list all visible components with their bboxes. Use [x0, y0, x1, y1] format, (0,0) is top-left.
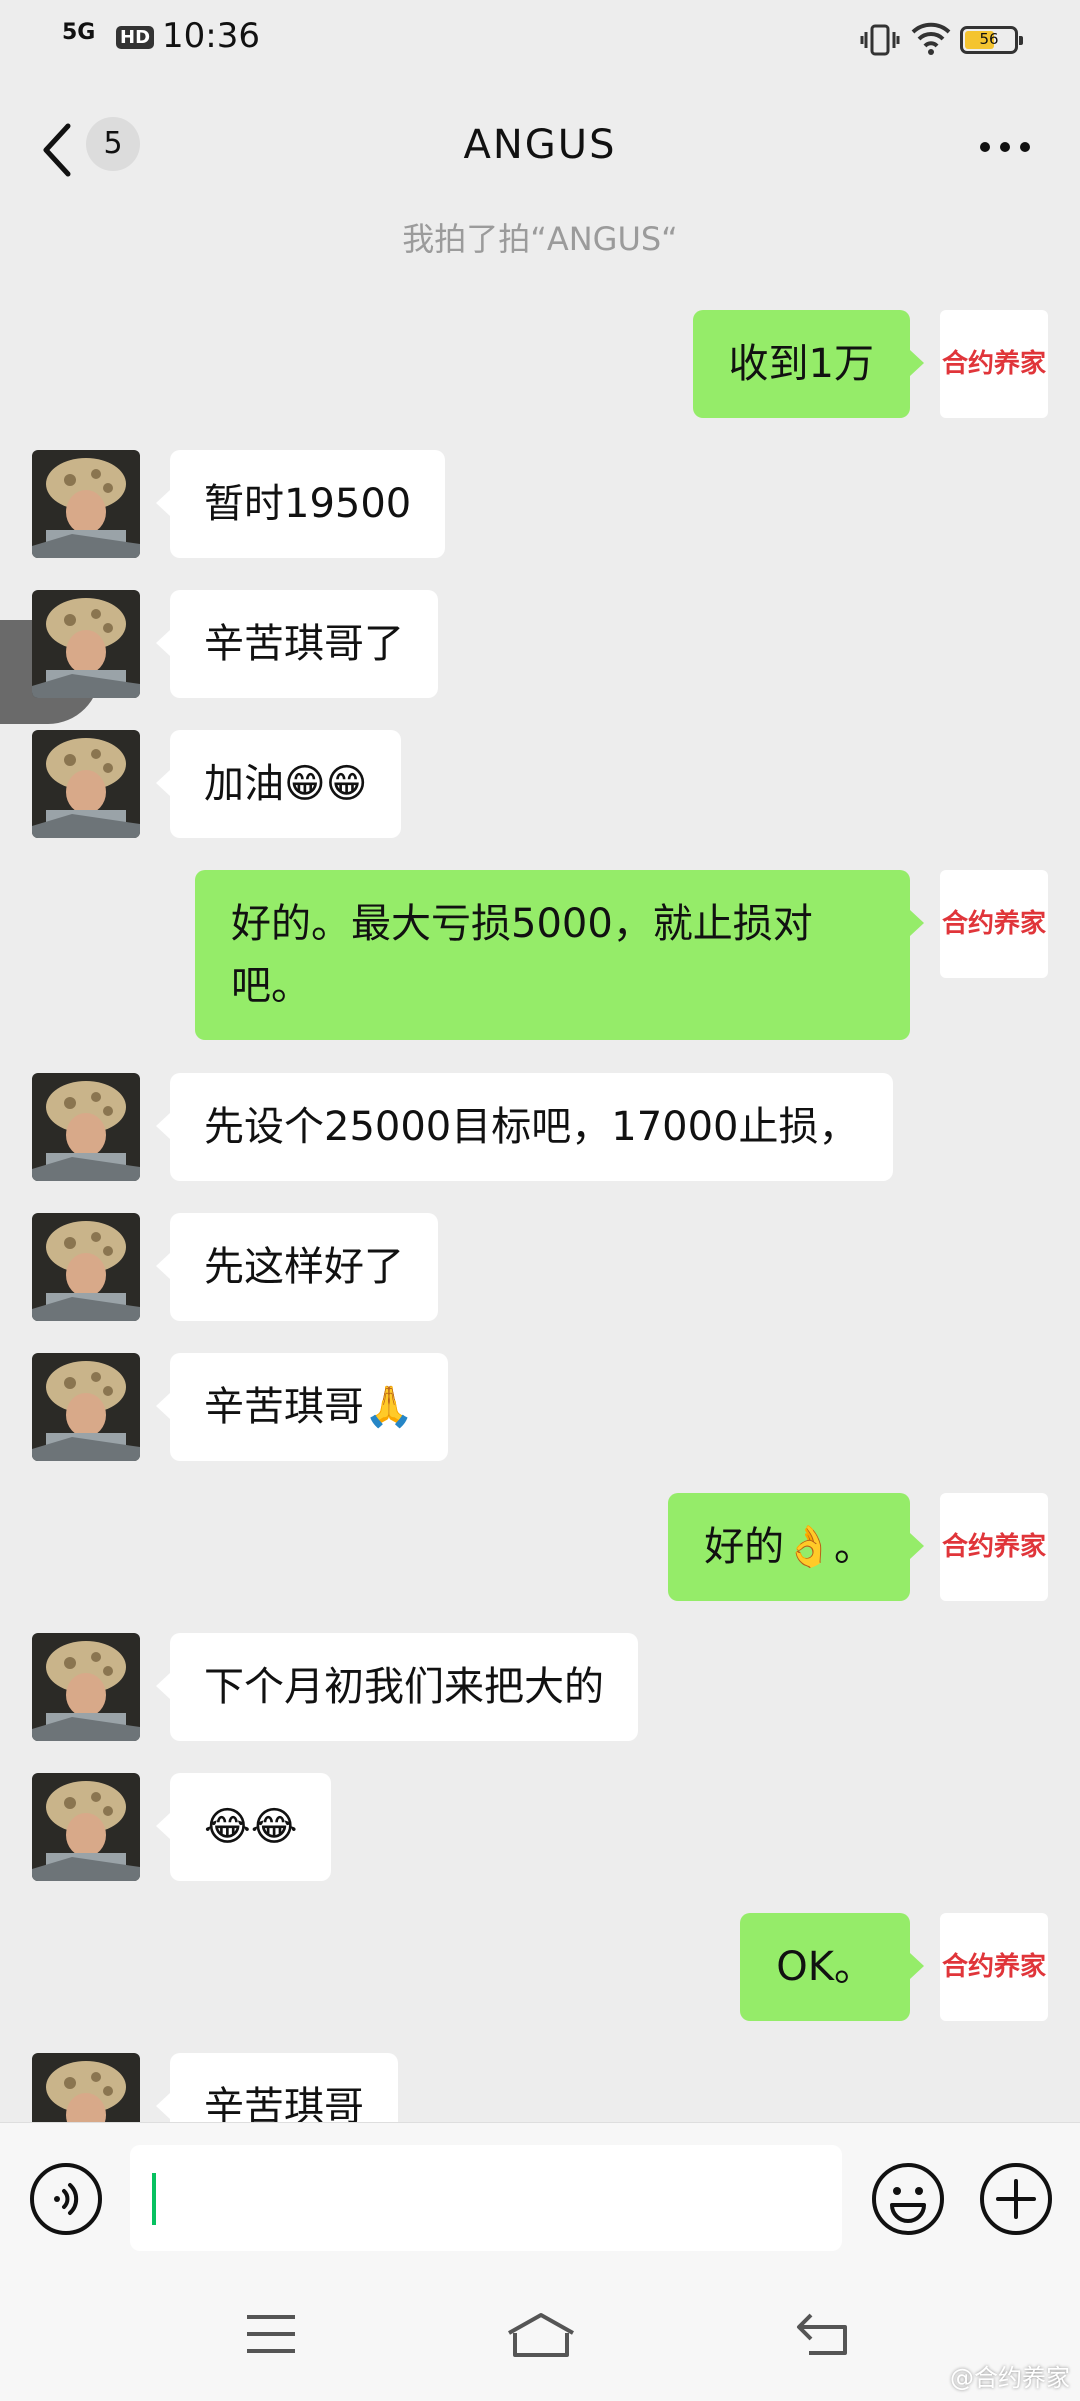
- message-input[interactable]: [130, 2145, 842, 2251]
- more-icon[interactable]: [978, 140, 1032, 154]
- contact-avatar[interactable]: [32, 1353, 140, 1461]
- message-bubble-sent[interactable]: OK。: [740, 1913, 924, 2021]
- watermark: @合约养家: [950, 2364, 1070, 2392]
- self-avatar[interactable]: 合约养家: [940, 1913, 1048, 2021]
- contact-avatar[interactable]: [32, 730, 140, 838]
- input-bar: @合约养家: [0, 2122, 1080, 2401]
- text-cursor: [152, 2173, 156, 2225]
- contact-avatar[interactable]: [32, 2053, 140, 2122]
- message-bubble-sent[interactable]: 好的。最大亏损5000，就止损对吧。: [195, 870, 924, 1040]
- self-avatar[interactable]: 合约养家: [940, 870, 1048, 978]
- message-bubble-received[interactable]: 辛苦琪哥了: [156, 590, 438, 698]
- battery-level: 56: [979, 30, 999, 48]
- menu-icon[interactable]: [245, 2313, 297, 2355]
- contact-avatar[interactable]: [32, 1073, 140, 1181]
- vibrate-icon: [860, 24, 900, 56]
- message-bubble-received[interactable]: 😂😂: [155, 1773, 332, 1881]
- self-avatar[interactable]: 合约养家: [940, 1493, 1048, 1601]
- message-bubble-sent[interactable]: 好的👌。: [668, 1493, 924, 1601]
- contact-avatar[interactable]: [32, 590, 140, 698]
- status-bar: 5G HD 10:36 56: [0, 0, 1080, 80]
- home-icon[interactable]: [505, 2311, 577, 2359]
- emoji-icon[interactable]: [870, 2161, 946, 2237]
- contact-avatar[interactable]: [32, 450, 140, 558]
- hd-badge: HD: [116, 26, 155, 49]
- message-bubble-received[interactable]: 暂时19500: [155, 450, 446, 558]
- pat-system-message: 我拍了拍“ANGUS“: [402, 220, 678, 258]
- message-bubble-received[interactable]: 辛苦琪哥🙏: [156, 1353, 448, 1461]
- message-bubble-sent[interactable]: 收到1万: [692, 310, 925, 418]
- contact-avatar[interactable]: [32, 1773, 140, 1881]
- wifi-icon: [911, 22, 951, 55]
- network-indicator: 5G: [62, 20, 96, 45]
- contact-avatar[interactable]: [32, 1633, 140, 1741]
- message-bubble-received[interactable]: 先这样好了: [156, 1213, 438, 1321]
- return-icon[interactable]: [795, 2311, 851, 2357]
- self-avatar[interactable]: 合约养家: [940, 310, 1048, 418]
- voice-icon[interactable]: [28, 2161, 104, 2237]
- plus-icon[interactable]: [978, 2161, 1054, 2237]
- clock: 10:36: [162, 16, 260, 56]
- partial-message-row: 辛苦琪哥: [0, 2050, 1080, 2122]
- battery-icon: 56: [960, 26, 1023, 54]
- message-bubble-received[interactable]: 先设个25000目标吧，17000止损，: [156, 1073, 893, 1181]
- chat-title: ANGUS: [463, 122, 617, 168]
- message-bubble-received[interactable]: 加油😁😁: [155, 730, 402, 838]
- contact-avatar[interactable]: [32, 1213, 140, 1321]
- message-bubble-received[interactable]: 下个月初我们来把大的: [156, 1633, 638, 1741]
- message-bubble-received[interactable]: 辛苦琪哥: [156, 2053, 398, 2122]
